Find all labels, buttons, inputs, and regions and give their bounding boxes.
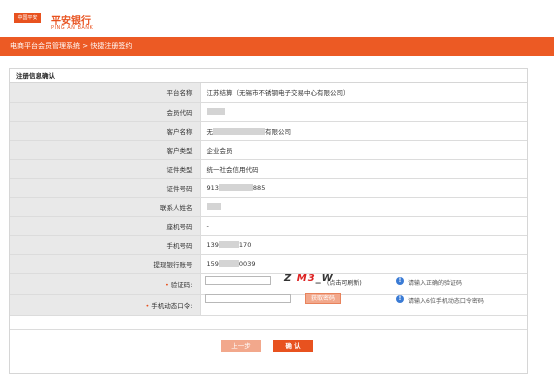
field-label: 提现银行账号 <box>10 254 201 274</box>
field-value: 江苏结算（无锡市不锈钢电子交易中心有限公司） <box>200 83 527 103</box>
table-row: 客户类型 企业会员 <box>10 140 527 160</box>
redacted-value <box>218 184 253 191</box>
field-value: 913 885 <box>200 178 527 198</box>
table-row <box>10 315 527 330</box>
bank-name-en: PING AN BANK <box>51 25 94 31</box>
captcha-refresh-hint[interactable]: (点击可刷新) <box>327 278 362 287</box>
field-value: 无有限公司 <box>200 121 527 141</box>
table-row: 联系人姓名 <box>10 197 527 217</box>
field-label: 座机号码 <box>10 216 201 236</box>
field-value <box>200 102 527 122</box>
redacted-value <box>218 260 239 267</box>
panel-title: 注册信息确认 <box>10 69 527 83</box>
field-label: 客户名称 <box>10 121 201 141</box>
info-icon: ! <box>396 277 404 285</box>
table-row: 会员代码 <box>10 102 527 122</box>
field-label: 会员代码 <box>10 102 201 122</box>
redacted-value <box>213 128 265 135</box>
redacted-value <box>218 241 239 248</box>
table-row: 座机号码 - <box>10 216 527 236</box>
field-label: • 验证码: <box>10 273 201 295</box>
required-mark: • <box>164 280 169 289</box>
required-mark: • <box>145 301 150 310</box>
redacted-value <box>206 203 221 210</box>
info-icon: ! <box>396 295 404 303</box>
table-row: 平台名称 江苏结算（无锡市不锈钢电子交易中心有限公司） <box>10 83 527 103</box>
field-label: 证件类型 <box>10 159 201 179</box>
field-label: • 手机动态口令: <box>10 294 201 316</box>
field-label: 联系人姓名 <box>10 197 201 217</box>
captcha-input[interactable] <box>205 276 271 285</box>
field-value: 企业会员 <box>200 140 527 160</box>
table-row: 手机号码 139 170 <box>10 235 527 255</box>
captcha-hint: 请输入正确的验证码 <box>408 280 463 287</box>
confirm-button[interactable]: 确 认 <box>273 340 313 352</box>
previous-step-button[interactable]: 上一步 <box>221 340 261 352</box>
registration-form-table: 平台名称 江苏结算（无锡市不锈钢电子交易中心有限公司） 会员代码 客户名称 无有… <box>10 83 527 330</box>
table-row: 证件号码 913 885 <box>10 178 527 198</box>
field-label: 证件号码 <box>10 178 201 198</box>
field-label: 平台名称 <box>10 83 201 103</box>
field-value: - <box>200 216 527 236</box>
sms-code-input[interactable] <box>205 294 291 303</box>
pingan-logo-badge: 中国平安 <box>14 13 41 23</box>
field-value: 159 0039 <box>200 254 527 274</box>
table-row: 证件类型 统一社会信用代码 <box>10 159 527 179</box>
field-value: 139 170 <box>200 235 527 255</box>
field-value: 统一社会信用代码 <box>200 159 527 179</box>
field-value <box>200 197 527 217</box>
table-row: 客户名称 无有限公司 <box>10 121 527 141</box>
table-row: 提现银行账号 159 0039 <box>10 254 527 274</box>
field-label: 客户类型 <box>10 140 201 160</box>
field-label: 手机号码 <box>10 235 201 255</box>
get-code-button[interactable]: 获取密码 <box>305 293 341 304</box>
sms-hint: 请输入6位手机动态口令密码 <box>408 298 484 305</box>
redacted-value <box>206 108 225 115</box>
breadcrumb: 电商平台会员管理系统 > 快捷注册签约 <box>0 37 554 56</box>
registration-panel: 注册信息确认 平台名称 江苏结算（无锡市不锈钢电子交易中心有限公司） 会员代码 … <box>9 68 528 374</box>
page-header: 中国平安 平安银行 PING AN BANK <box>0 0 554 36</box>
